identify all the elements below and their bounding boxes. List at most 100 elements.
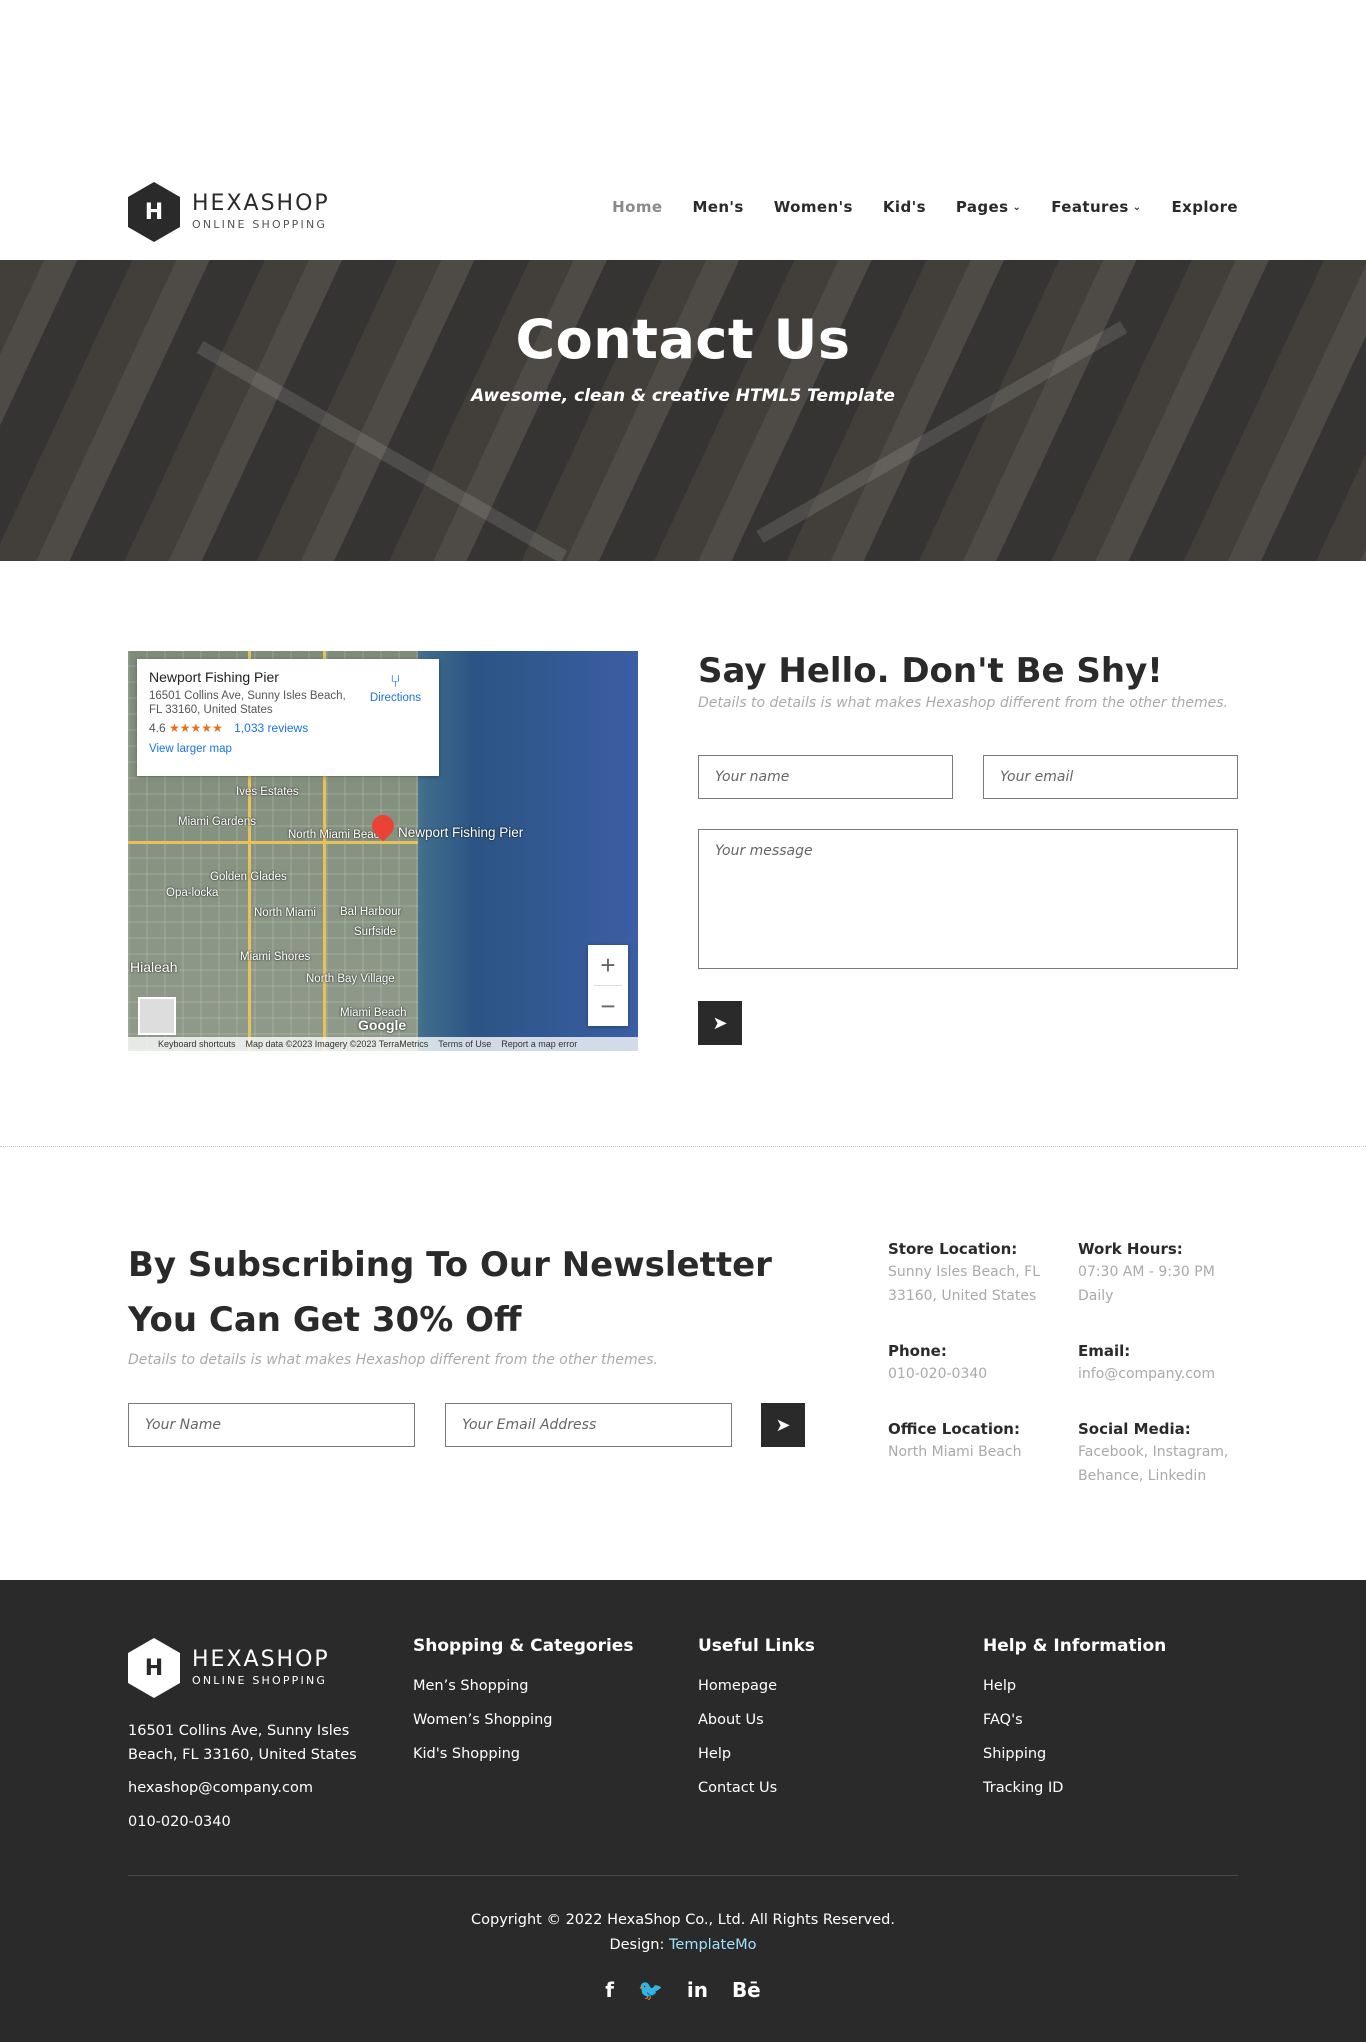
- section-divider: [0, 1146, 1366, 1147]
- footer-link-help-info[interactable]: Help: [983, 1678, 1166, 1712]
- nav-explore[interactable]: Explore: [1172, 198, 1238, 216]
- view-larger-map-link[interactable]: View larger map: [149, 743, 427, 755]
- map-address: 16501 Collins Ave, Sunny Isles Beach, FL…: [149, 690, 346, 716]
- contact-title: Say Hello. Don't Be Shy!: [698, 651, 1163, 691]
- nav-womens[interactable]: Women's: [774, 198, 853, 216]
- linkedin-icon[interactable]: in: [687, 1978, 708, 2002]
- main-nav: Home Men's Women's Kid's Pages ⌄ Features…: [612, 198, 1238, 216]
- hexagon-logo-icon: H: [128, 1638, 180, 1698]
- site-footer: H HEXASHOP ONLINE SHOPPING 16501 Collins…: [0, 1580, 1366, 2042]
- footer-help-column: Help & Information Help FAQ's Shipping T…: [983, 1636, 1166, 1814]
- zoom-out-button[interactable]: −: [588, 986, 628, 1026]
- footer-phone: 010-020-0340: [128, 1814, 231, 1830]
- footer-link-faq[interactable]: FAQ's: [983, 1712, 1166, 1746]
- twitter-icon[interactable]: 🐦: [638, 1978, 663, 2002]
- footer-useful-links-column: Useful Links Homepage About Us Help Cont…: [698, 1636, 815, 1814]
- phone-info: Phone: 010-020-0340: [888, 1342, 988, 1382]
- footer-copyright: Copyright © 2022 HexaShop Co., Ltd. All …: [471, 1912, 895, 1953]
- nav-features[interactable]: Features ⌄: [1051, 198, 1141, 216]
- hero-banner: Contact Us Awesome, clean & creative HTM…: [0, 260, 1366, 561]
- footer-link-womens[interactable]: Women’s Shopping: [413, 1712, 633, 1746]
- footer-email[interactable]: hexashop@company.com: [128, 1776, 398, 1800]
- map-place-label: North Bay Village: [306, 973, 395, 985]
- social-links: f 🐦 in Bē: [0, 1978, 1366, 2002]
- footer-link-homepage[interactable]: Homepage: [698, 1678, 815, 1712]
- map-road: [128, 841, 418, 844]
- brand-tagline: ONLINE SHOPPING: [192, 218, 328, 231]
- page-title: Contact Us: [515, 308, 851, 371]
- map-place-label: Miami Gardens: [178, 816, 256, 828]
- escalator-decoration: [196, 340, 568, 561]
- nav-kids[interactable]: Kid's: [883, 198, 926, 216]
- map-place-label: Surfside: [354, 926, 397, 938]
- nav-home[interactable]: Home: [612, 198, 662, 216]
- contact-subtitle: Details to details is what makes Hexasho…: [698, 695, 1228, 711]
- map-attribution: Keyboard shortcuts Map data ©2023 Imager…: [128, 1037, 638, 1051]
- brand-name: HEXASHOP: [192, 191, 330, 216]
- office-location-info: Office Location: North Miami Beach: [888, 1420, 1022, 1460]
- keyboard-shortcuts-link[interactable]: Keyboard shortcuts: [158, 1039, 236, 1049]
- footer-link-tracking[interactable]: Tracking ID: [983, 1780, 1166, 1814]
- footer-link-kids[interactable]: Kid's Shopping: [413, 1746, 633, 1780]
- directions-icon: ⑂: [390, 671, 401, 691]
- map-reviews-link[interactable]: 1,033 reviews: [234, 721, 308, 735]
- map-pin-label: Newport Fishing Pier: [398, 825, 524, 840]
- footer-shopping-column: Shopping & Categories Men’s Shopping Wom…: [413, 1636, 633, 1780]
- map-place-label: Opa-locka: [166, 887, 219, 899]
- paper-plane-icon: ➤: [775, 1414, 791, 1436]
- zoom-in-button[interactable]: +: [588, 945, 628, 985]
- terms-link[interactable]: Terms of Use: [438, 1039, 491, 1049]
- map-data-text: Map data ©2023 Imagery ©2023 TerraMetric…: [245, 1039, 429, 1049]
- newsletter-subtitle: Details to details is what makes Hexasho…: [128, 1352, 658, 1368]
- google-logo: Google: [358, 1017, 407, 1033]
- newsletter-email-field[interactable]: Your Email Address: [445, 1403, 732, 1447]
- footer-link-contact[interactable]: Contact Us: [698, 1780, 815, 1814]
- footer-link-about[interactable]: About Us: [698, 1712, 815, 1746]
- site-header: H HEXASHOP ONLINE SHOPPING Home Men's Wo…: [0, 0, 1366, 260]
- directions-button[interactable]: ⑂ Directions: [370, 671, 421, 704]
- chevron-down-icon: ⌄: [1132, 201, 1142, 213]
- newsletter-title: By Subscribing To Our Newsletter You Can…: [128, 1245, 772, 1340]
- map-info-card: Newport Fishing Pier 16501 Collins Ave, …: [137, 659, 439, 776]
- map-layer-toggle[interactable]: [138, 997, 176, 1035]
- newsletter-name-field[interactable]: Your Name: [128, 1403, 415, 1447]
- send-message-button[interactable]: ➤: [698, 1001, 742, 1045]
- footer-link-mens[interactable]: Men’s Shopping: [413, 1678, 633, 1712]
- page-subtitle: Awesome, clean & creative HTML5 Template: [471, 386, 895, 406]
- name-field[interactable]: Your name: [698, 755, 953, 799]
- behance-icon[interactable]: Bē: [732, 1978, 761, 2002]
- footer-divider: [128, 1875, 1238, 1876]
- map-place-label: Golden Glades: [210, 871, 287, 883]
- message-field[interactable]: Your message: [698, 829, 1238, 969]
- map-place-label: Hialeah: [130, 959, 178, 975]
- map-place-label: North Miami: [254, 907, 316, 919]
- report-error-link[interactable]: Report a map error: [501, 1039, 577, 1049]
- subscribe-button[interactable]: ➤: [761, 1403, 805, 1447]
- footer-address: 16501 Collins Ave, Sunny Isles Beach, FL…: [128, 1723, 357, 1763]
- facebook-icon[interactable]: f: [605, 1978, 614, 2002]
- site-logo[interactable]: H HEXASHOP ONLINE SHOPPING: [128, 181, 348, 243]
- map-place-label: North Miami Beach: [288, 829, 386, 841]
- email-info: Email: info@company.com: [1078, 1342, 1216, 1382]
- map-place-label: Bal Harbour: [340, 906, 402, 918]
- hexagon-logo-icon: H: [128, 182, 180, 242]
- email-field[interactable]: Your email: [983, 755, 1238, 799]
- footer-logo[interactable]: H HEXASHOP ONLINE SHOPPING: [128, 1638, 330, 1698]
- paper-plane-icon: ➤: [712, 1012, 728, 1034]
- templatemo-link[interactable]: TemplateMo: [669, 1937, 757, 1953]
- location-map[interactable]: Newport Fishing Pier 16501 Collins Ave, …: [128, 651, 638, 1051]
- star-rating-icon: ★★★★★: [169, 721, 223, 735]
- map-zoom-control: + −: [588, 945, 628, 1026]
- footer-link-help[interactable]: Help: [698, 1746, 815, 1780]
- chevron-down-icon: ⌄: [1012, 201, 1022, 213]
- nav-mens[interactable]: Men's: [692, 198, 743, 216]
- map-place-label: Miami Shores: [240, 951, 311, 963]
- social-media-info: Social Media: Facebook, Instagram, Behan…: [1078, 1420, 1229, 1484]
- map-rating: 4.6: [149, 721, 166, 735]
- footer-link-shipping[interactable]: Shipping: [983, 1746, 1166, 1780]
- map-place-label: Ives Estates: [236, 786, 299, 798]
- contact-form: Say Hello. Don't Be Shy! Details to deta…: [698, 651, 1238, 711]
- work-hours-info: Work Hours: 07:30 AM - 9:30 PM Daily: [1078, 1240, 1215, 1304]
- nav-pages[interactable]: Pages ⌄: [956, 198, 1021, 216]
- store-location-info: Store Location: Sunny Isles Beach, FL 33…: [888, 1240, 1041, 1304]
